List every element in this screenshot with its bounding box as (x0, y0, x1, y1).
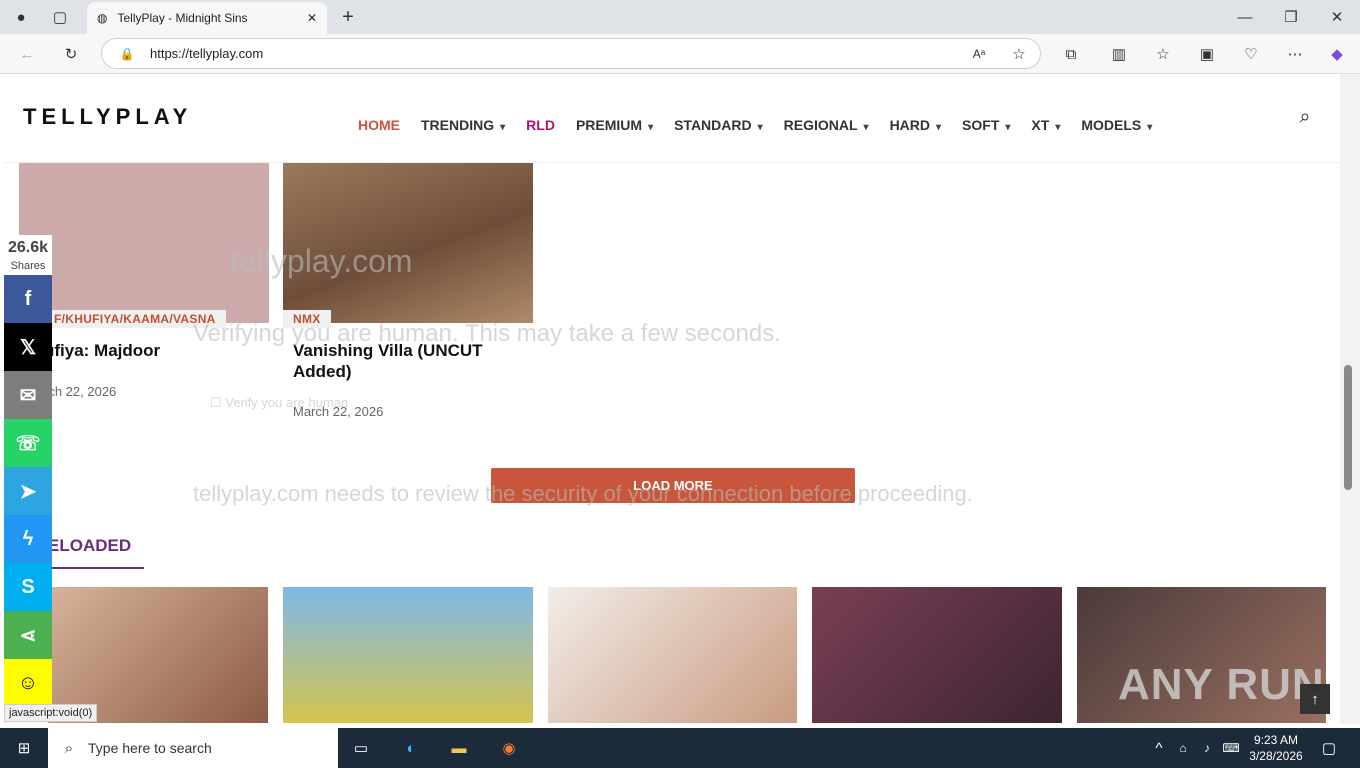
collections-icon[interactable]: ▣ (1196, 43, 1218, 65)
clock[interactable]: 9:23 AM 3/28/2026 (1248, 732, 1304, 764)
nav-soft[interactable]: SOFT ▾ (962, 117, 1010, 133)
overlay-site-name: tellyplay.com (230, 243, 413, 279)
notifications-icon[interactable]: ▢ (1318, 737, 1340, 759)
nav-premium[interactable]: PREMIUM ▾ (576, 117, 653, 133)
network-icon[interactable]: ⌂ (1172, 737, 1194, 759)
restore-icon[interactable]: ❐ (1280, 6, 1302, 28)
close-tab-icon[interactable]: ✕ (307, 11, 317, 25)
split-screen-icon[interactable]: ▥ (1108, 43, 1130, 65)
chevron-down-icon: ▾ (500, 122, 506, 133)
post-thumbnail[interactable] (548, 587, 797, 723)
more-menu-icon[interactable]: ⋯ (1284, 43, 1306, 65)
favorite-star-icon[interactable]: ☆ (1008, 43, 1030, 65)
firefox-icon[interactable]: ◉ (498, 737, 520, 759)
taskbar: ⊞ ⌕ Type here to search ▭ ◐ ▬ ◉ ^ ⌂ ♪ ⌨ … (0, 728, 1360, 768)
nav-home[interactable]: HOME (358, 117, 400, 133)
globe-icon: ◍ (97, 11, 108, 25)
taskbar-search[interactable]: ⌕ Type here to search (48, 728, 338, 768)
post-thumbnail[interactable] (48, 587, 268, 723)
post-thumbnail[interactable] (812, 587, 1062, 723)
section-underline (48, 567, 144, 569)
site-header: TELLYPLAY HOME TRENDING ▾ RLD PREMIUM ▾ ST… (4, 74, 1340, 163)
lock-icon[interactable]: 🔒 (116, 43, 138, 65)
close-window-icon[interactable]: ✕ (1326, 6, 1348, 28)
back-icon[interactable]: ← (16, 43, 38, 65)
nav-rld[interactable]: RLD (526, 117, 555, 133)
windows-start-icon[interactable]: ⊞ (13, 737, 35, 759)
nav-hard[interactable]: HARD ▾ (890, 117, 941, 133)
overlay-security-text: tellyplay.com needs to review the securi… (193, 481, 973, 506)
post-thumbnail[interactable] (283, 587, 533, 723)
keyboard-icon[interactable]: ⌨ (1220, 737, 1242, 759)
snapchat-icon[interactable]: ☺ (4, 659, 52, 707)
chevron-down-icon: ▾ (1005, 122, 1011, 133)
refresh-icon[interactable]: ↻ (60, 43, 82, 65)
chevron-down-icon: ▾ (648, 122, 654, 133)
nav-xt[interactable]: XT ▾ (1031, 117, 1060, 133)
main-content: F/KHUFIYA/KAAMA/VASNA ufiya: Majdoor rch… (0, 163, 1340, 723)
tab-title: TellyPlay - Midnight Sins (117, 11, 248, 25)
whatsapp-icon[interactable]: ☏ (4, 419, 52, 467)
messenger-icon[interactable]: ϟ (4, 515, 52, 563)
tray-chevron-icon[interactable]: ^ (1148, 737, 1170, 759)
minimize-icon[interactable]: — (1234, 6, 1256, 28)
anyrun-watermark: ANY RUN (1118, 660, 1325, 709)
telegram-icon[interactable]: ➤ (4, 467, 52, 515)
nav-models[interactable]: MODELS ▾ (1081, 117, 1152, 133)
email-icon[interactable]: ✉ (4, 371, 52, 419)
overlay-verify-text: Verifying you are human. This may take a… (193, 320, 781, 347)
main-nav: HOME TRENDING ▾ RLD PREMIUM ▾ STANDARD ▾ RE… (358, 117, 1173, 133)
edge-icon[interactable]: ◐ (400, 737, 422, 759)
share-count: 26.6k Shares (4, 235, 52, 275)
volume-icon[interactable]: ♪ (1196, 737, 1218, 759)
url-field[interactable]: 🔒 https://tellyplay.com Aᵃ ☆ (101, 38, 1041, 69)
file-explorer-icon[interactable]: ▬ (448, 737, 470, 759)
back-to-top-icon[interactable]: ↑ (1300, 684, 1330, 714)
extensions-icon[interactable]: ⧉ (1060, 43, 1082, 65)
facebook-icon[interactable]: f (4, 275, 52, 323)
share-icon[interactable]: ⋖ (4, 611, 52, 659)
tab-actions-icon[interactable]: ▢ (49, 6, 71, 28)
chevron-down-icon: ▾ (1147, 122, 1153, 133)
address-toolbar: ← ↻ 🔒 https://tellyplay.com Aᵃ ☆ ⧉ ▥ ☆ ▣… (0, 34, 1360, 74)
url-text: https://tellyplay.com (150, 46, 264, 61)
post-title[interactable]: ufiya: Majdoor (44, 340, 160, 361)
status-url: javascript:void(0) (4, 704, 98, 722)
read-aloud-icon[interactable]: Aᵃ (968, 43, 990, 65)
x-twitter-icon[interactable]: 𝕏 (4, 323, 52, 371)
search-icon: ⌕ (64, 739, 74, 757)
scrollbar-thumb[interactable] (1344, 365, 1352, 490)
new-tab-icon[interactable]: + (337, 6, 359, 28)
nav-regional[interactable]: REGIONAL ▾ (784, 117, 869, 133)
chevron-down-icon: ▾ (1055, 122, 1061, 133)
task-view-icon[interactable]: ▭ (350, 737, 372, 759)
section-title: ELOADED (48, 536, 132, 555)
chevron-down-icon: ▾ (936, 122, 942, 133)
copilot-icon[interactable]: ◆ (1326, 43, 1348, 65)
overlay-checkbox[interactable]: ☐ Verify you are human (210, 395, 348, 411)
search-icon[interactable]: ⌕ (1294, 106, 1316, 128)
chevron-down-icon: ▾ (757, 122, 763, 133)
favorites-icon[interactable]: ☆ (1152, 43, 1174, 65)
chevron-down-icon: ▾ (863, 122, 869, 133)
browser-essentials-icon[interactable]: ♡ (1240, 43, 1262, 65)
nav-trending[interactable]: TRENDING ▾ (421, 117, 505, 133)
nav-standard[interactable]: STANDARD ▾ (674, 117, 763, 133)
site-logo[interactable]: TELLYPLAY (23, 104, 192, 130)
profile-icon[interactable]: ● (10, 6, 32, 28)
browser-tab-strip: ● ▢ ◍ TellyPlay - Midnight Sins ✕ + — ❐ … (0, 0, 1360, 34)
share-sidebar: 26.6k Shares f 𝕏 ✉ ☏ ➤ ϟ S ⋖ ☺ (4, 235, 52, 707)
skype-icon[interactable]: S (4, 563, 52, 611)
active-tab[interactable]: ◍ TellyPlay - Midnight Sins ✕ (87, 2, 327, 34)
post-date: rch 22, 2026 (44, 384, 117, 399)
